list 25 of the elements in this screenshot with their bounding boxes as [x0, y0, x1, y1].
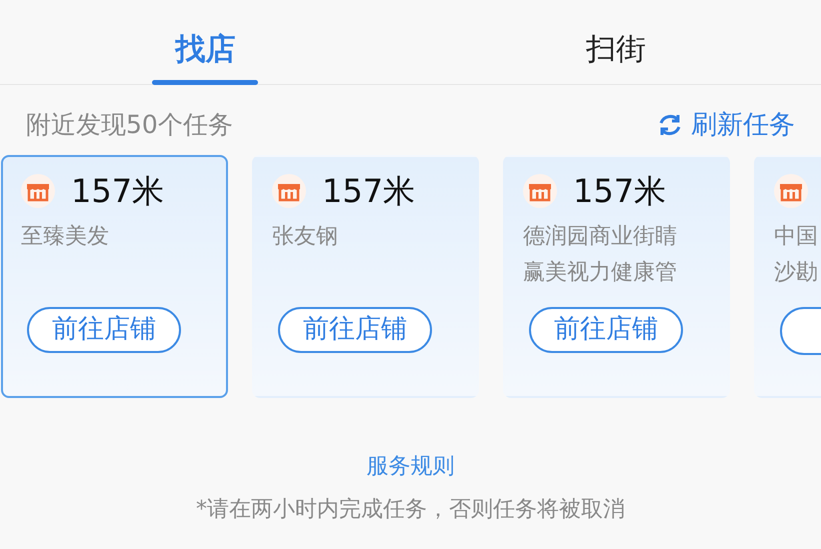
go-to-store-button[interactable]: 前往店铺	[278, 307, 432, 353]
storefront-icon	[523, 174, 557, 208]
storefront-icon	[272, 174, 306, 208]
refresh-icon[interactable]	[657, 112, 683, 138]
store-card[interactable]: 中国 沙勘	[754, 155, 821, 398]
tab[interactable]: 找店	[152, 0, 258, 85]
store-name: 至臻美发	[21, 223, 109, 251]
storefront-icon	[21, 174, 55, 208]
tab[interactable]: 扫街	[562, 0, 669, 85]
store-name: 中国 沙勘	[774, 223, 818, 287]
store-card[interactable]: 157米 德润园商业街睛 赢美视力健康管 前往店铺	[503, 155, 730, 398]
go-to-store-button[interactable]: 前往店铺	[27, 307, 181, 353]
store-name: 德润园商业街睛 赢美视力健康管	[523, 223, 677, 287]
distance-text: 157米	[573, 171, 666, 212]
store-name: 张友钢	[272, 223, 338, 251]
storefront-icon	[774, 174, 808, 208]
service-rules-link[interactable]: 服务规则	[366, 450, 454, 483]
store-card[interactable]: 157米 至臻美发 前往店铺	[1, 155, 228, 398]
distance-text: 157米	[71, 171, 164, 212]
go-to-store-button[interactable]: 前往店铺	[529, 307, 683, 353]
notice-text: *请在两小时内完成任务，否则任务将被取消	[196, 496, 625, 524]
store-card[interactable]: 157米 张友钢 前往店铺	[252, 155, 479, 398]
distance-text: 157米	[322, 171, 416, 212]
refresh-tasks-link[interactable]: 刷新任务	[691, 106, 795, 144]
task-count-text: 附近发现50个任务	[26, 109, 233, 142]
